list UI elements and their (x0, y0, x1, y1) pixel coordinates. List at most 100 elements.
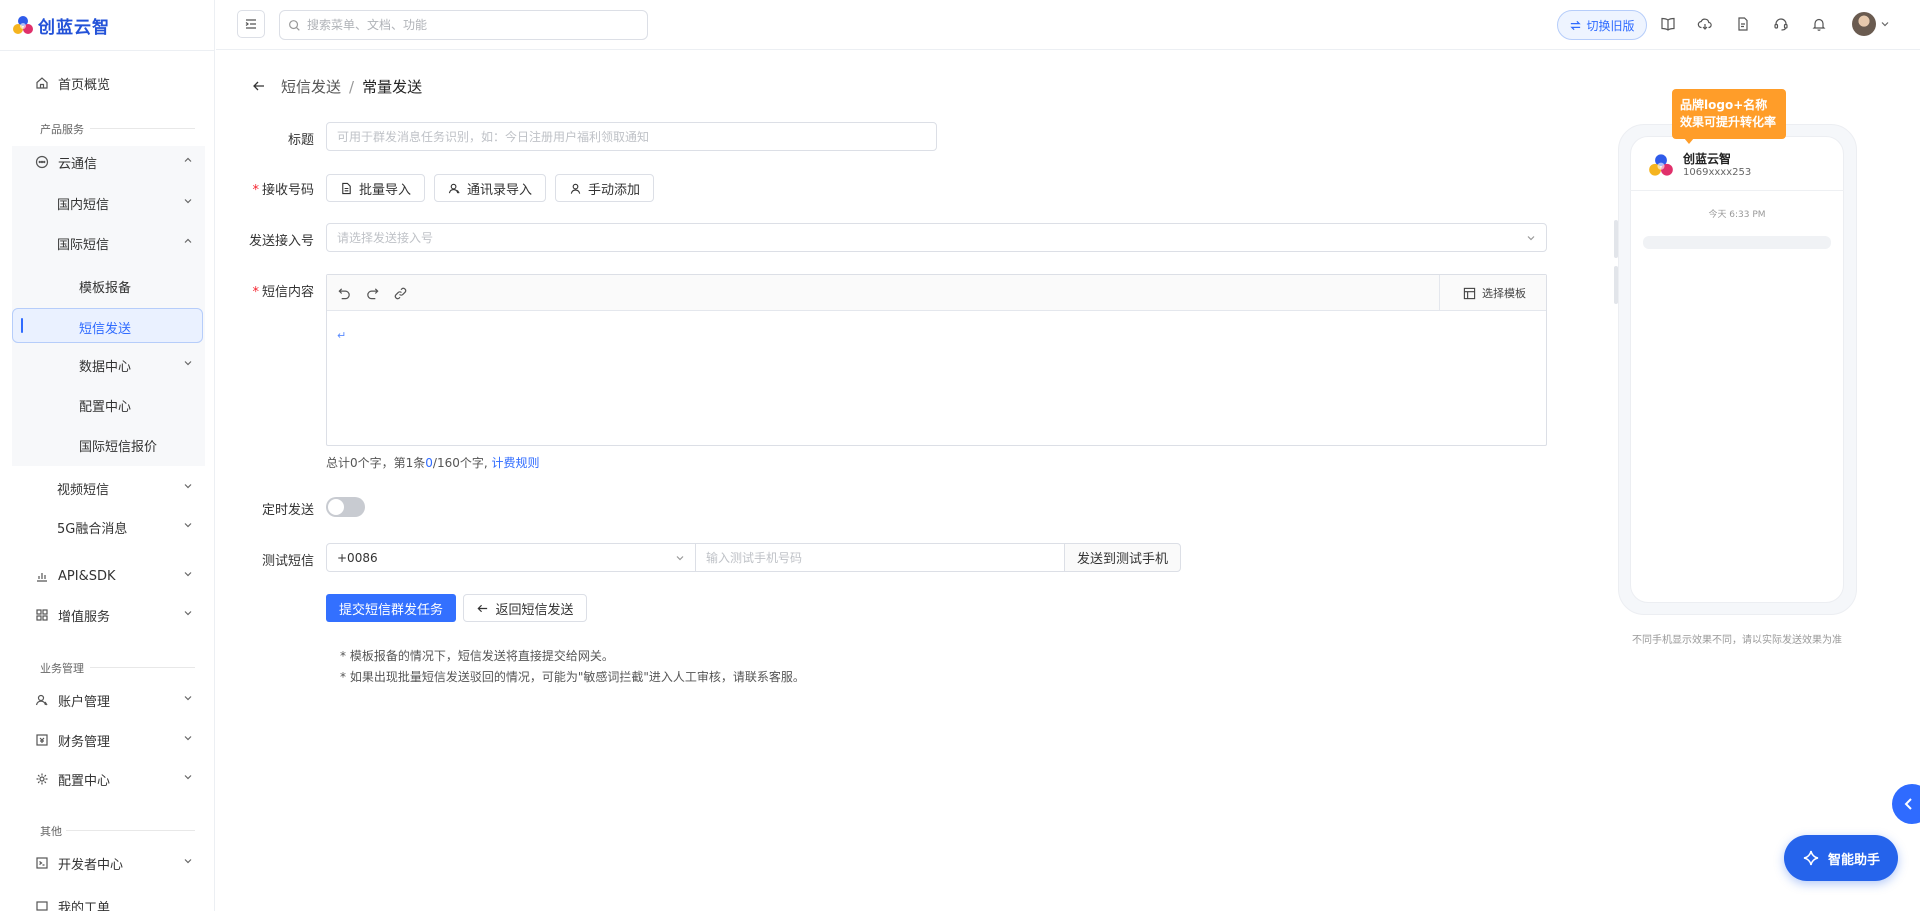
country-code-select[interactable]: +0086 (326, 543, 696, 572)
global-search[interactable] (279, 10, 648, 40)
select-placeholder: 请选择发送接入号 (337, 231, 434, 245)
breadcrumb-current: 常量发送 (362, 78, 423, 96)
char-counter: 总计0个字，第1条0/160个字, 计费规则 (326, 454, 540, 471)
sidebar-item-5g-message[interactable]: 5G融合消息 (12, 511, 203, 543)
sidebar-item-sms-send[interactable]: 短信发送 (12, 308, 203, 343)
content-label: * 短信内容 (214, 281, 314, 300)
document-icon[interactable] (1734, 15, 1752, 33)
sidebar-item-label: 配置中心 (79, 399, 132, 415)
sidebar-item-cloud-comm[interactable]: 云通信 (12, 146, 203, 178)
sidebar-item-video-sms[interactable]: 视频短信 (12, 472, 203, 504)
sidebar-item-label: 云通信 (58, 156, 98, 172)
sparkle-icon (1802, 849, 1820, 867)
link-icon[interactable] (392, 285, 408, 301)
back-arrow-icon[interactable] (251, 78, 267, 94)
sidebar-item-home[interactable]: 首页概览 (12, 67, 203, 99)
sidebar-item-domestic-sms[interactable]: 国内短信 (12, 187, 203, 219)
sidebar-item-data-center[interactable]: 数据中心 (12, 349, 203, 381)
ticket-icon (34, 898, 50, 911)
home-icon (34, 75, 50, 91)
menu-toggle-button[interactable] (237, 10, 265, 38)
sidebar-item-label: 短信发送 (79, 322, 132, 337)
chevron-down-icon (183, 856, 193, 866)
label-text: 标题 (287, 133, 314, 148)
undo-icon[interactable] (336, 285, 352, 301)
sidebar-item-cut[interactable]: 我的工单 (12, 890, 203, 911)
back-to-send-button[interactable]: 返回短信发送 (463, 594, 587, 622)
chevron-down-icon[interactable] (1880, 19, 1890, 29)
phone-side-button (1614, 220, 1618, 258)
group-divider (90, 667, 195, 668)
breadcrumb-parent[interactable]: 短信发送 (281, 76, 341, 97)
billing-rule-link[interactable]: 计费规则 (492, 456, 540, 470)
button-label: 发送到测试手机 (1076, 552, 1168, 567)
sidebar-item-api-sdk[interactable]: API&SDK (12, 560, 203, 592)
test-phone-wrap[interactable] (695, 543, 1065, 572)
contacts-import-button[interactable]: 通讯录导入 (434, 174, 546, 202)
schedule-label: 定时发送 (214, 499, 314, 518)
app-root: 创蓝云智 首页概览 产品服务 云通信 国内短信 国际短信 模板报备 短信发送 数… (0, 0, 1920, 911)
search-input[interactable] (307, 18, 627, 32)
file-icon (340, 182, 353, 195)
chevron-down-icon (183, 608, 193, 618)
sidebar-item-label: 5G融合消息 (57, 521, 128, 537)
sidebar-item-dev-center[interactable]: 开发者中心 (12, 847, 203, 879)
group-divider (90, 128, 195, 129)
schedule-toggle[interactable] (326, 497, 365, 517)
sidebar-item-intl-sms[interactable]: 国际短信 (12, 227, 203, 259)
redo-icon[interactable] (364, 285, 380, 301)
sidebar-item-label: 国内短信 (57, 197, 110, 213)
send-test-button[interactable]: 发送到测试手机 (1064, 543, 1181, 572)
sidebar-item-intl-price[interactable]: 国际短信报价 (12, 429, 203, 461)
support-icon[interactable] (1772, 15, 1790, 33)
side-panel-toggle[interactable] (1892, 784, 1920, 824)
book-icon[interactable] (1659, 15, 1677, 33)
swap-icon (1569, 19, 1582, 32)
message-time: 今天 6:33 PM (1708, 210, 1766, 220)
submit-task-button[interactable]: 提交短信群发任务 (326, 594, 456, 622)
grid-icon (34, 607, 50, 623)
group-divider (66, 830, 195, 831)
bell-icon[interactable] (1810, 15, 1828, 33)
sidebar-item-config-center-sub[interactable]: 配置中心 (12, 389, 203, 421)
sidebar-item-template-filing[interactable]: 模板报备 (12, 270, 203, 302)
chevron-up-icon (183, 236, 193, 246)
test-phone-input[interactable] (706, 550, 1064, 565)
sms-content-editor[interactable]: 选择模板 ↵ (326, 274, 1547, 446)
button-label: 通讯录导入 (466, 182, 532, 198)
brand-tip: 品牌logo+名称 效果可提升转化率 (1672, 89, 1786, 139)
sidebar-item-label: 增值服务 (58, 609, 111, 625)
sender-number: 1069xxxx253 (1683, 167, 1752, 178)
bar-chart-icon (34, 568, 50, 584)
sidebar-item-value-added[interactable]: 增值服务 (12, 599, 203, 631)
avatar[interactable] (1852, 12, 1876, 36)
group-title-business: 业务管理 (40, 662, 84, 675)
group-title-product: 产品服务 (40, 123, 84, 136)
cloud-download-icon[interactable] (1696, 15, 1714, 33)
editor-toolbar: 选择模板 (327, 275, 1546, 311)
batch-import-button[interactable]: 批量导入 (326, 174, 425, 202)
switch-old-version-button[interactable]: 切换旧版 (1557, 10, 1647, 40)
choose-template-button[interactable]: 选择模板 (1463, 285, 1526, 301)
access-number-select[interactable]: 请选择发送接入号 (326, 223, 1547, 252)
note-line: * 模板报备的情况下，短信发送将直接提交给网关。 (340, 649, 614, 663)
title-input-wrap[interactable] (326, 122, 937, 151)
label-text: 发送接入号 (248, 234, 314, 249)
button-label: 选择模板 (1482, 287, 1526, 300)
required-mark: * (252, 183, 259, 198)
brand-logo[interactable]: 创蓝云智 (12, 13, 110, 38)
sidebar-item-label: 数据中心 (79, 359, 132, 375)
person-icon (569, 182, 582, 195)
manual-add-button[interactable]: 手动添加 (555, 174, 654, 202)
sidebar-item-config[interactable]: 配置中心 (12, 763, 203, 795)
chevron-down-icon (183, 520, 193, 530)
title-input[interactable] (337, 129, 936, 144)
sidebar-item-finance[interactable]: 财务管理 (12, 724, 203, 756)
sidebar-item-label: 开发者中心 (58, 857, 124, 873)
sidebar-item-account[interactable]: 账户管理 (12, 684, 203, 716)
ai-assistant-button[interactable]: 智能助手 (1784, 835, 1898, 881)
sidebar-item-label: 财务管理 (58, 734, 111, 750)
counter-suffix: /160个字, (432, 456, 488, 470)
toggle-knob (328, 499, 344, 515)
chevron-up-icon (183, 155, 193, 165)
